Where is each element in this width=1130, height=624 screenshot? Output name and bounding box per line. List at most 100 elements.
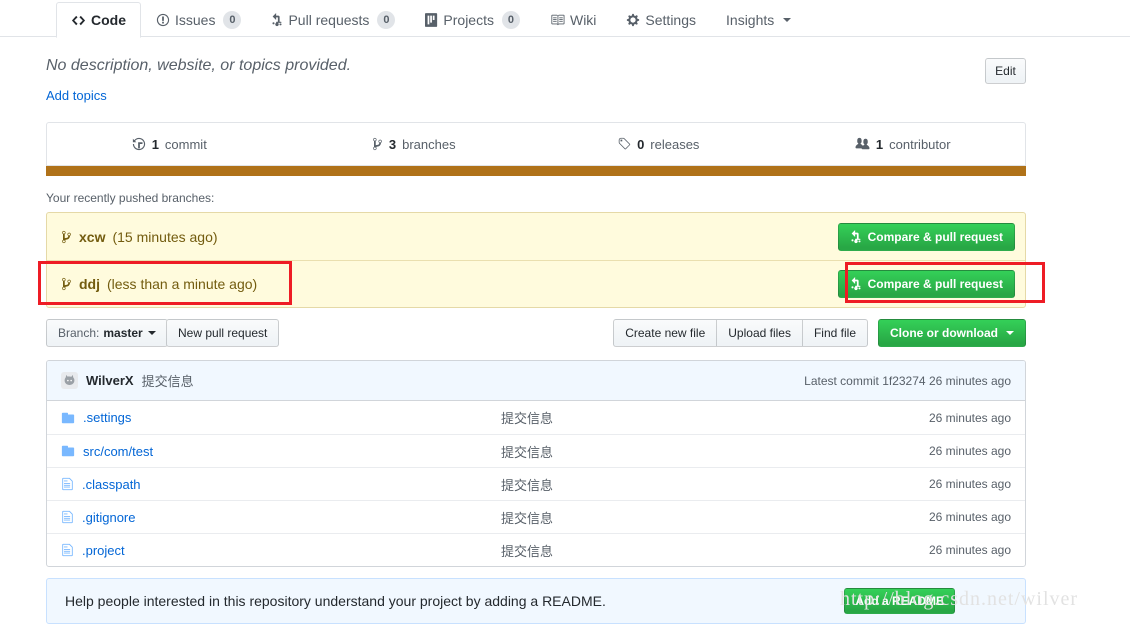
avatar [61,372,78,389]
git-pull-request-icon [271,12,283,27]
file-commit-message[interactable]: 提交信息 [501,442,831,461]
pushed-branch-name[interactable]: xcw (15 minutes ago) [61,229,218,245]
branch-selector-button[interactable]: Branch: master [46,319,168,347]
repository-stats-bar: 1 commit 3 branches 0 releases 1 contributor [46,122,1026,166]
tab-projects[interactable]: Projects 0 [410,1,535,37]
file-name-label: src/com/test [83,443,154,459]
file-name-label: .classpath [82,476,141,492]
tab-label: Settings [645,11,697,28]
commit-message[interactable]: 提交信息 [142,371,194,390]
repository-description-text: No description, website, or topics provi… [46,57,352,74]
create-new-file-button[interactable]: Create new file [613,319,718,347]
file-row: src/com/test 提交信息 26 minutes ago [47,434,1025,467]
stat-label: commit [164,136,207,152]
tab-count-badge: 0 [501,10,520,29]
file-name-link[interactable]: .project [61,543,501,558]
repository-page: Code Issues 0 Pull requests 0 Projects 0 Wiki Se… [0,0,1130,624]
file-name-link[interactable]: .classpath [61,477,501,492]
git-pull-request-icon [850,229,862,244]
git-branch-icon [372,137,383,151]
book-icon [550,13,565,27]
stat-branches[interactable]: 3 branches [292,137,537,152]
tab-wiki[interactable]: Wiki [535,1,611,37]
file-commit-message[interactable]: 提交信息 [501,475,831,494]
pushed-branches-label: Your recently pushed branches: [46,191,215,205]
stat-contributors[interactable]: 1 contributor [781,137,1026,152]
latest-commit-label: Latest commit [804,373,879,388]
new-pull-request-button[interactable]: New pull request [166,319,280,347]
edit-description-button[interactable]: Edit [985,58,1026,84]
find-file-button[interactable]: Find file [802,319,868,347]
latest-commit-meta: Latest commit 1f23274 26 minutes ago [804,374,1011,388]
file-name-label: .project [82,542,125,558]
tab-insights[interactable]: Insights [711,1,806,37]
folder-icon [61,444,75,458]
file-icon [61,543,74,557]
add-topics-link[interactable]: Add topics [46,88,107,103]
tab-count-badge: 0 [223,10,242,29]
gear-icon [626,13,640,27]
file-listing: WilverX 提交信息 Latest commit 1f23274 26 mi… [46,360,1026,567]
tab-issues[interactable]: Issues 0 [141,1,256,37]
commit-age: 26 minutes ago [928,373,1011,388]
project-icon [425,12,438,27]
commit-author-name[interactable]: WilverX [86,373,134,388]
commit-hash[interactable]: 1f23274 [882,374,925,388]
language-color-bar [46,166,1026,176]
compare-and-pull-request-button[interactable]: Compare & pull request [837,222,1015,251]
file-name-label: .settings [83,410,132,425]
stat-releases[interactable]: 0 releases [536,137,781,152]
tab-count-badge: 0 [377,10,396,29]
file-row: .gitignore 提交信息 26 minutes ago [47,500,1025,533]
issue-opened-icon [156,13,170,27]
tab-label: Issues [175,11,216,28]
repository-tabnav: Code Issues 0 Pull requests 0 Projects 0 Wiki Se… [0,0,1130,38]
file-commit-message[interactable]: 提交信息 [501,508,831,527]
file-name-link[interactable]: .gitignore [61,510,501,525]
add-a-readme-button[interactable]: Add a README [844,588,955,614]
stat-value: 3 [388,136,397,152]
git-branch-icon [61,230,72,244]
tab-label: Code [91,12,126,28]
latest-commit-header: WilverX 提交信息 Latest commit 1f23274 26 mi… [47,361,1025,401]
tab-pull-requests[interactable]: Pull requests 0 [256,1,410,37]
pushed-branch-row: xcw (15 minutes ago) Compare & pull reques… [47,213,1025,260]
tab-label: Pull requests [288,11,370,28]
history-icon [132,137,146,151]
file-icon [61,477,74,491]
clone-or-download-button[interactable]: Clone or download [878,319,1026,347]
toolbar-right-group: Create new file Upload files Find file C… [613,319,1026,347]
file-name-link[interactable]: .settings [61,410,501,425]
compare-pull-request-label: Compare & pull request [867,229,1003,244]
compare-pull-request-label: Compare & pull request [867,277,1003,291]
tab-code[interactable]: Code [56,2,141,38]
upload-files-button[interactable]: Upload files [717,319,803,347]
pushed-branch-row: ddj (less than a minute ago) Compare & pul… [47,260,1025,307]
file-commit-age: 26 minutes ago [928,543,1011,557]
file-commit-age: 26 minutes ago [928,444,1011,458]
branch-age: (15 minutes ago) [112,228,218,245]
git-branch-icon [61,277,72,291]
pushed-branch-name[interactable]: ddj (less than a minute ago) [61,276,257,292]
folder-icon [61,411,75,425]
file-name-label: .gitignore [82,509,136,525]
repository-toolbar: Branch: master New pull request Create n… [46,319,1026,349]
branch-age: (less than a minute ago) [107,276,258,292]
file-commit-message[interactable]: 提交信息 [501,408,831,427]
file-name-link[interactable]: src/com/test [61,444,501,459]
file-commit-message[interactable]: 提交信息 [501,541,831,560]
stat-label: branches [402,136,456,152]
tab-label: Insights [726,11,775,28]
branch-selector-prefix: Branch: [58,326,100,340]
tab-settings[interactable]: Settings [611,1,711,37]
file-row: .classpath 提交信息 26 minutes ago [47,467,1025,500]
repository-description-block: No description, website, or topics provi… [46,54,1026,105]
pushed-branches-box: xcw (15 minutes ago) Compare & pull reques… [46,212,1026,308]
compare-and-pull-request-button[interactable]: Compare & pull request [837,270,1015,298]
stat-value: 1 [151,136,159,152]
stat-commits[interactable]: 1 commit [47,137,292,152]
code-icon [71,13,86,28]
stat-label: contributor [889,136,951,152]
file-action-button-group: Create new file Upload files Find file [613,319,868,347]
organization-icon [855,137,870,151]
